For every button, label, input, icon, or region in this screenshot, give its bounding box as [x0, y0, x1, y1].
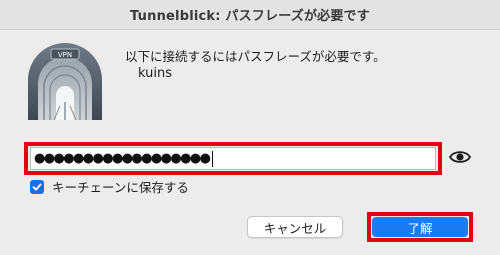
- vpn-tunnel-icon: VPN: [28, 43, 102, 121]
- title-bar[interactable]: Tunnelblick: パスフレーズが必要です: [0, 0, 500, 30]
- passphrase-dialog: Tunnelblick: パスフレーズが必要です VPN 以下に接続するにはパス…: [0, 0, 500, 255]
- passphrase-masked-value: ●●●●●●●●●●●●●●●●●●: [34, 151, 211, 166]
- dialog-message: 以下に接続するにはパスフレーズが必要です。: [125, 49, 386, 64]
- cancel-button[interactable]: キャンセル: [247, 216, 343, 238]
- save-to-keychain-row[interactable]: キーチェーンに保存する: [30, 177, 189, 196]
- vpn-badge-text: VPN: [58, 51, 72, 59]
- window-title: Tunnelblick: パスフレーズが必要です: [130, 9, 370, 24]
- account-name: kuins: [138, 66, 172, 81]
- ok-button[interactable]: 了解: [372, 217, 468, 237]
- text-cursor: [212, 150, 214, 167]
- save-to-keychain-checkbox[interactable]: [30, 179, 44, 194]
- eye-icon[interactable]: [449, 148, 471, 166]
- save-to-keychain-label: キーチェーンに保存する: [52, 180, 189, 195]
- checkmark-icon: [32, 183, 42, 190]
- passphrase-input[interactable]: ●●●●●●●●●●●●●●●●●●: [30, 147, 436, 170]
